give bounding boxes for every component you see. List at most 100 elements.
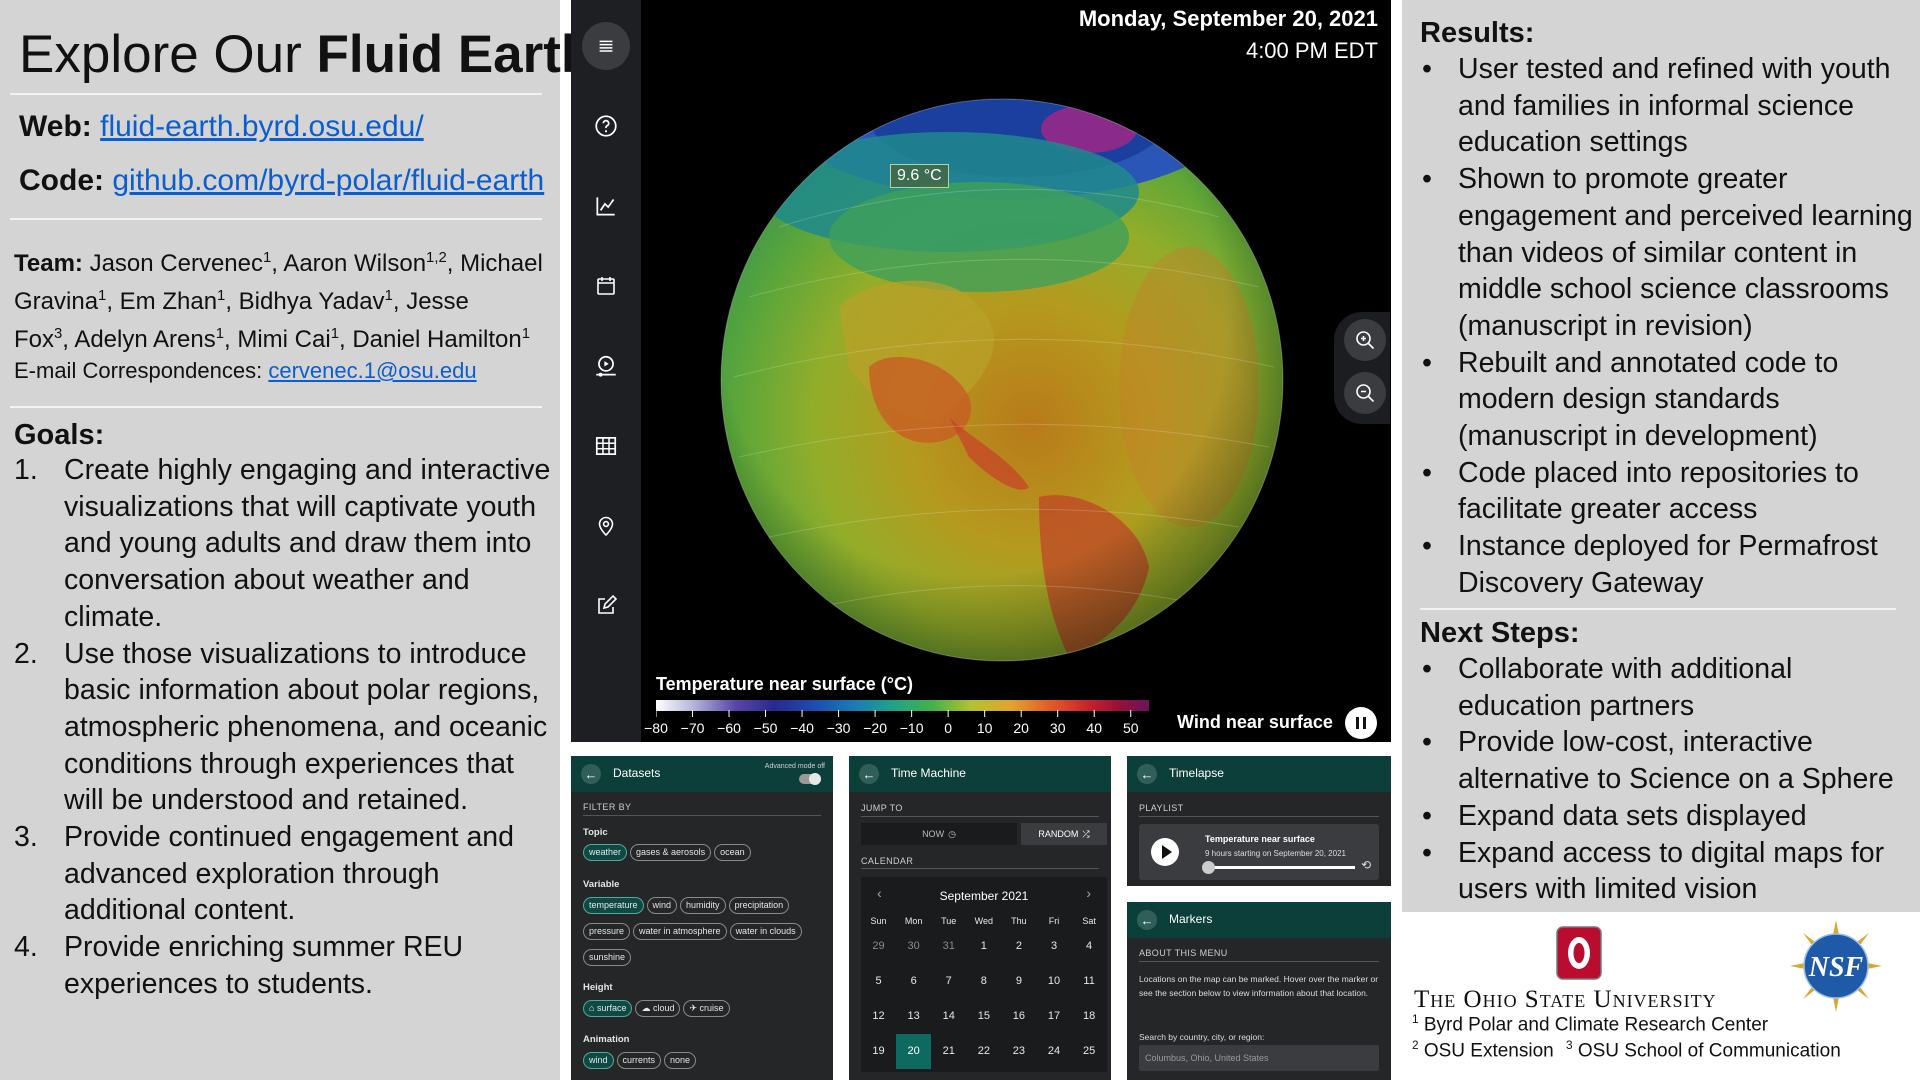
weekday-label: Wed: [974, 916, 993, 926]
help-button[interactable]: [582, 102, 630, 150]
calendar-day[interactable]: 7: [931, 964, 966, 999]
calendar-day[interactable]: 12: [861, 999, 896, 1034]
zoom-in-button[interactable]: [1344, 319, 1386, 361]
wind-layer-label: Wind near surface: [1177, 712, 1333, 732]
zoom-out-button[interactable]: [1344, 372, 1386, 414]
variable-chip-humidity[interactable]: humidity: [680, 897, 726, 914]
variable-chip-wind[interactable]: wind: [646, 897, 678, 914]
goal-item: 4. Provide enriching summer REU experienc…: [14, 931, 464, 1000]
menu-button[interactable]: [582, 22, 630, 70]
timelapse-button[interactable]: [582, 342, 630, 390]
calendar-day[interactable]: 3: [1036, 929, 1071, 964]
variable-chip-water-in-clouds[interactable]: water in clouds: [729, 923, 802, 940]
variable-chip-sunshine[interactable]: sunshine: [583, 949, 632, 966]
play-button[interactable]: [1151, 838, 1179, 866]
pause-animation-button[interactable]: [1345, 707, 1377, 739]
markers-button[interactable]: [582, 502, 630, 550]
back-button[interactable]: ←: [1137, 764, 1157, 784]
earth-globe[interactable]: [719, 97, 1285, 663]
calendar-day[interactable]: 30: [896, 929, 931, 964]
legend-tick-label: −20: [863, 720, 887, 736]
calendar-day[interactable]: 10: [1036, 964, 1071, 999]
calendar-day[interactable]: 20: [896, 1034, 932, 1069]
animation-chip-none[interactable]: none: [664, 1052, 697, 1069]
calendar-day[interactable]: 23: [1001, 1034, 1036, 1069]
calendar-day[interactable]: 15: [966, 999, 1001, 1034]
calendar-day[interactable]: 9: [1001, 964, 1036, 999]
calendar-day[interactable]: 25: [1072, 1034, 1107, 1069]
calendar-day[interactable]: 4: [1072, 929, 1107, 964]
calendar-day[interactable]: 5: [861, 964, 896, 999]
calendar-day[interactable]: 21: [931, 1034, 966, 1069]
shuffle-icon: ⤮: [1082, 828, 1090, 839]
playlist-item[interactable]: Temperature near surface 9 hours startin…: [1139, 824, 1379, 880]
calendar-day[interactable]: 14: [931, 999, 966, 1034]
random-button[interactable]: RANDOM ⤮: [1021, 823, 1107, 845]
divider: [10, 406, 542, 408]
datasets-button[interactable]: [582, 422, 630, 470]
back-button[interactable]: ←: [859, 764, 879, 784]
location-search-input[interactable]: [1139, 1045, 1379, 1071]
datasets-panel: ← Datasets Advanced mode off FILTER BY T…: [571, 756, 833, 1080]
variable-chip-precipitation[interactable]: precipitation: [728, 897, 790, 914]
calendar-day[interactable]: 24: [1036, 1034, 1071, 1069]
variable-chip-water-in-atmosphere[interactable]: water in atmosphere: [633, 923, 727, 940]
datasets-header: [571, 756, 833, 792]
web-line: Web: fluid-earth.byrd.osu.edu/: [19, 110, 424, 143]
calendar-day[interactable]: 31: [931, 929, 966, 964]
legend-tick-label: −60: [717, 720, 741, 736]
time-machine-button[interactable]: [582, 262, 630, 310]
pause-icon: [1354, 717, 1368, 729]
calendar-day[interactable]: 2: [1001, 929, 1036, 964]
variable-chip-temperature[interactable]: temperature: [583, 897, 644, 914]
charts-button[interactable]: [582, 182, 630, 230]
next-month-button[interactable]: ›: [1086, 885, 1091, 901]
goal-item: 2. Use those visualizations to introduce …: [14, 637, 548, 817]
calendar-day[interactable]: 17: [1036, 999, 1071, 1034]
divider: [10, 93, 542, 95]
team-member: Em Zhan1,: [119, 288, 239, 315]
variable-chips-row-1: temperature wind humidity precipitation: [583, 897, 790, 914]
timelapse-progress-track[interactable]: [1205, 866, 1355, 869]
bullet-item: • Rebuilt and annotated code to modern de…: [1422, 346, 1839, 453]
legend-tick-label: −50: [753, 720, 778, 736]
animation-chip-currents[interactable]: currents: [616, 1052, 662, 1069]
playlist-label: PLAYLIST: [1139, 803, 1184, 813]
calendar-day[interactable]: 13: [896, 999, 931, 1034]
bullet-item: • Expand data sets displayed: [1422, 799, 1807, 832]
calendar-day[interactable]: 6: [896, 964, 931, 999]
topic-chip-gases-aerosols[interactable]: gases & aerosols: [630, 844, 712, 861]
height-chip-cloud[interactable]: ☁ cloud: [635, 1000, 681, 1017]
timelapse-progress-handle[interactable]: [1202, 861, 1215, 874]
topic-chip-weather[interactable]: weather: [583, 844, 628, 861]
playlist-item-title: Temperature near surface: [1205, 834, 1315, 844]
loop-icon[interactable]: ⟲: [1361, 858, 1371, 872]
calendar-day[interactable]: 22: [966, 1034, 1001, 1069]
calendar-day[interactable]: 11: [1072, 964, 1107, 999]
legend-tick-label: −80: [644, 720, 668, 736]
height-chip-surface[interactable]: ⌂ surface: [583, 1000, 633, 1017]
back-button[interactable]: ←: [1137, 910, 1157, 930]
edit-button[interactable]: [582, 582, 630, 630]
now-button[interactable]: NOW ◷: [861, 823, 1017, 845]
animation-chip-wind[interactable]: wind: [583, 1052, 614, 1069]
timelapse-panel: ← Timelapse PLAYLIST Temperature near su…: [1127, 756, 1391, 886]
about-menu-label: ABOUT THIS MENU: [1139, 948, 1228, 958]
code-link[interactable]: github.com/byrd-polar/fluid-earth: [112, 164, 544, 197]
calendar-day[interactable]: 18: [1072, 999, 1107, 1034]
calendar-day[interactable]: 8: [966, 964, 1001, 999]
topic-chip-ocean[interactable]: ocean: [714, 844, 751, 861]
calendar-day[interactable]: 29: [861, 929, 896, 964]
height-chip-cruise[interactable]: ✈ cruise: [683, 1000, 730, 1017]
edit-icon: [598, 594, 618, 614]
web-link[interactable]: fluid-earth.byrd.osu.edu/: [100, 110, 424, 143]
email-link[interactable]: cervenec.1@osu.edu: [268, 358, 476, 383]
variable-chip-pressure[interactable]: pressure: [583, 923, 631, 940]
back-button[interactable]: ←: [581, 764, 601, 784]
calendar-week: 5 6 7 8 9 10 11: [861, 964, 1107, 999]
calendar-day[interactable]: 16: [1001, 999, 1036, 1034]
calendar-day[interactable]: 1: [966, 929, 1001, 964]
calendar-day[interactable]: 19: [861, 1034, 896, 1069]
advanced-mode-toggle[interactable]: [799, 773, 821, 785]
arrow-left-icon: ←: [862, 766, 876, 782]
